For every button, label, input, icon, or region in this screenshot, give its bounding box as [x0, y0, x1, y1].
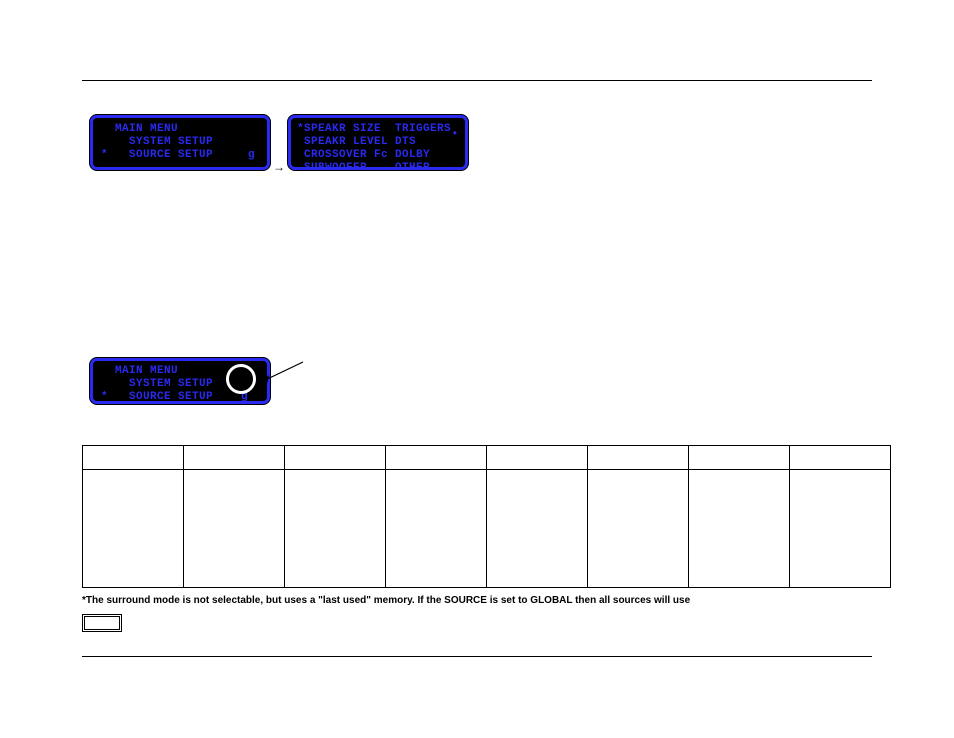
table-header-row [83, 446, 891, 470]
lcd2-line1: *SPEAKR SIZE TRIGGERS [297, 123, 459, 136]
lcd1-line1: MAIN MENU [101, 123, 259, 136]
callout-arrow-icon [255, 360, 305, 390]
table-body-row [83, 470, 891, 588]
lcd2-line2: SPEAKR LEVEL DTS [297, 136, 459, 149]
arrow-right-icon: → [273, 160, 285, 174]
bottom-rule [82, 656, 872, 657]
lcd-screen-source-setup: *SPEAKR SIZE TRIGGERS SPEAKR LEVEL DTS C… [288, 115, 468, 170]
lcd-screen-main-menu-1: MAIN MENU SYSTEM SETUP * SOURCE SETUP g [90, 115, 270, 170]
lcd2-line4: SUBWOOFER OTHER [297, 162, 459, 175]
indicator-dot-icon: • [453, 126, 457, 140]
settings-table [82, 445, 891, 588]
lcd2-line3: CROSSOVER Fc DOLBY [297, 149, 459, 162]
lcd1-line2: SYSTEM SETUP [101, 136, 259, 149]
legend-box [82, 614, 122, 632]
top-rule [82, 80, 872, 81]
footnote-text: *The surround mode is not selectable, bu… [82, 595, 690, 606]
lcd1-line3: * SOURCE SETUP g [101, 149, 259, 162]
highlight-circle-icon [226, 364, 256, 394]
